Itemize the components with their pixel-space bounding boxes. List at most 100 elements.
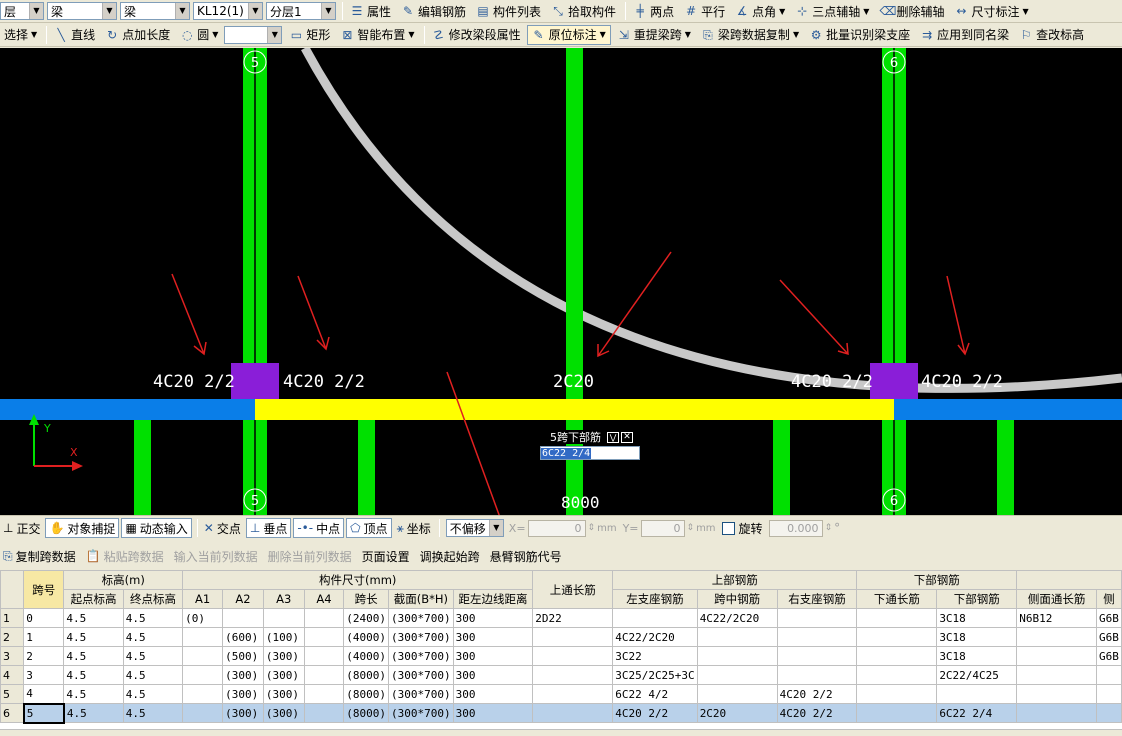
table-row[interactable]: 3 2 4.5 4.5 (500) (300) (4000) (300*700) 300 3C22… bbox=[0, 646, 1122, 666]
table-cell[interactable]: 300 bbox=[452, 646, 534, 666]
repick-span-button[interactable]: ⇲ 重提梁跨 ▼ bbox=[613, 25, 695, 45]
cantilever-code-button[interactable]: 悬臂钢筋代号 bbox=[490, 548, 562, 565]
table-cell[interactable]: (500) bbox=[222, 646, 264, 666]
member-select[interactable]: KL12(1) ▼ bbox=[193, 2, 263, 20]
table-cell[interactable] bbox=[1016, 665, 1097, 685]
table-cell[interactable] bbox=[182, 684, 224, 704]
table-cell[interactable]: 4C20 2/2 bbox=[612, 703, 698, 723]
subheader-cell[interactable]: 截面(B*H) bbox=[388, 589, 454, 609]
batch-identify-button[interactable]: ⚙ 批量识别梁支座 bbox=[805, 25, 914, 45]
table-cell[interactable] bbox=[856, 703, 938, 723]
table-cell[interactable]: (300*700) bbox=[388, 646, 454, 666]
table-cell[interactable] bbox=[856, 646, 938, 666]
table-cell[interactable] bbox=[222, 608, 264, 628]
table-cell[interactable] bbox=[303, 684, 345, 704]
table-row[interactable]: 6 5 4.5 4.5 (300) (300) (8000) (300*700) 300 4C20… bbox=[0, 702, 1122, 724]
table-cell[interactable] bbox=[532, 703, 614, 723]
table-cell[interactable]: 4C22/2C20 bbox=[696, 608, 778, 628]
edit-rebar-button[interactable]: ✎ 编辑钢筋 bbox=[397, 1, 470, 21]
support-right[interactable] bbox=[870, 363, 918, 399]
table-cell[interactable]: 4.5 bbox=[63, 608, 124, 628]
table-cell[interactable]: 300 bbox=[452, 627, 534, 647]
table-cell[interactable]: G6B bbox=[1095, 627, 1122, 647]
table-cell[interactable]: 5 bbox=[22, 702, 65, 724]
subheader-cell[interactable]: 侧 bbox=[1095, 589, 1122, 609]
subheader-cell[interactable]: 终点标高 bbox=[122, 589, 184, 609]
two-point-button[interactable]: ╪ 两点 bbox=[629, 1, 678, 21]
expand-icon[interactable]: ⋁ bbox=[607, 431, 619, 443]
table-cell[interactable]: (300) bbox=[262, 703, 305, 723]
table-cell[interactable] bbox=[182, 665, 224, 685]
table-cell[interactable] bbox=[696, 646, 778, 666]
table-cell[interactable]: (4000) bbox=[343, 646, 390, 666]
table-cell[interactable] bbox=[1095, 684, 1122, 704]
check-elev-button[interactable]: ⚐ 查改标高 bbox=[1015, 25, 1088, 45]
y-spin-icon[interactable]: ⇕ bbox=[687, 523, 695, 533]
subheader-cell[interactable]: 侧面通长筋 bbox=[1016, 589, 1097, 609]
table-cell[interactable]: (8000) bbox=[343, 703, 390, 723]
in-place-annotation-button[interactable]: ✎ 原位标注 ▼ bbox=[526, 24, 611, 45]
table-cell[interactable]: (2400) bbox=[343, 608, 390, 628]
table-cell[interactable]: (300) bbox=[262, 684, 305, 704]
table-cell[interactable]: 300 bbox=[452, 684, 534, 704]
input-column-button[interactable]: 输入当前列数据 bbox=[174, 548, 258, 565]
table-row[interactable]: 5 4 4.5 4.5 (300) (300) (8000) (300*700) 300 6C22… bbox=[0, 684, 1122, 704]
table-cell[interactable]: (100) bbox=[262, 627, 305, 647]
table-cell[interactable]: 2C20 bbox=[696, 703, 778, 723]
table-cell[interactable]: 4.5 bbox=[63, 627, 124, 647]
table-cell[interactable] bbox=[696, 627, 778, 647]
floor-select[interactable]: 层 ▼ bbox=[0, 2, 44, 20]
table-cell[interactable] bbox=[532, 684, 614, 704]
table-row[interactable]: 2 1 4.5 4.5 (600) (100) (4000) (300*700) 300 4C22… bbox=[0, 627, 1122, 647]
table-cell[interactable]: 3C18 bbox=[936, 627, 1018, 647]
subheader-cell[interactable]: A3 bbox=[262, 589, 305, 609]
close-icon[interactable]: ✕ bbox=[621, 431, 633, 443]
smart-layout-button[interactable]: ⊠ 智能布置 ▼ bbox=[336, 25, 418, 45]
table-cell[interactable]: 300 bbox=[452, 665, 534, 685]
table-cell[interactable]: 4C20 2/2 bbox=[776, 684, 858, 704]
blank-select[interactable]: ▼ bbox=[224, 25, 283, 44]
table-cell[interactable] bbox=[303, 703, 345, 723]
attr-button[interactable]: ☰ 属性 bbox=[346, 1, 395, 21]
annotation-right-support-2[interactable]: 4C20 2/2 bbox=[921, 372, 1003, 392]
delete-aux-button[interactable]: ⌫ 删除辅轴 bbox=[875, 1, 948, 21]
point-angle-button[interactable]: ∡ 点角 ▼ bbox=[731, 1, 789, 21]
table-cell[interactable]: 3C18 bbox=[936, 608, 1018, 628]
subheader-cell[interactable]: 跨中钢筋 bbox=[696, 589, 778, 609]
table-cell[interactable]: 2C22/4C25 bbox=[936, 665, 1018, 685]
table-cell[interactable]: (300) bbox=[222, 703, 264, 723]
table-cell[interactable] bbox=[1016, 684, 1097, 704]
subheader-cell[interactable]: 距左边线距离 bbox=[452, 589, 534, 609]
table-cell[interactable]: 4 bbox=[23, 684, 65, 704]
x-input[interactable]: 0 bbox=[527, 519, 586, 537]
table-cell[interactable]: 6C22 4/2 bbox=[612, 684, 698, 704]
beam-left-blue[interactable] bbox=[0, 399, 255, 420]
span-rebar-popup[interactable]: 5跨下部筋 ⋁ ✕ 6C22 2/4 bbox=[540, 430, 642, 462]
adjust-start-span-button[interactable]: 调换起始跨 bbox=[420, 548, 480, 565]
table-cell[interactable]: (300*700) bbox=[388, 665, 454, 685]
table-cell[interactable] bbox=[182, 646, 224, 666]
offset-select[interactable]: 不偏移 ▼ bbox=[445, 519, 504, 537]
table-cell[interactable]: (8000) bbox=[343, 684, 390, 704]
lower-beam-2[interactable] bbox=[358, 420, 375, 515]
table-cell[interactable]: (300*700) bbox=[388, 703, 454, 723]
annotation-left-support-2[interactable]: 4C20 2/2 bbox=[283, 372, 365, 392]
table-cell[interactable]: 6C22 2/4 bbox=[936, 703, 1018, 723]
table-cell[interactable] bbox=[532, 646, 614, 666]
table-cell[interactable] bbox=[776, 646, 858, 666]
table-cell[interactable]: (300) bbox=[222, 665, 264, 685]
subheader-cell[interactable]: 跨长 bbox=[343, 589, 390, 609]
subtype-select[interactable]: 梁 ▼ bbox=[120, 2, 190, 20]
subheader-cell[interactable]: A2 bbox=[222, 589, 264, 609]
table-cell[interactable]: (300) bbox=[222, 684, 264, 704]
table-row[interactable]: 1 0 4.5 4.5 (0) (2400) (300*700) 300 2D22 4C22/2C… bbox=[0, 608, 1122, 628]
parallel-button[interactable]: # 平行 bbox=[680, 1, 729, 21]
lower-beam-3[interactable] bbox=[773, 420, 790, 515]
type-select[interactable]: 梁 ▼ bbox=[47, 2, 117, 20]
table-cell[interactable] bbox=[1095, 665, 1122, 685]
subheader-cell[interactable]: 左支座钢筋 bbox=[612, 589, 698, 609]
table-cell[interactable]: G6B bbox=[1095, 608, 1122, 628]
table-cell[interactable]: 4.5 bbox=[63, 684, 124, 704]
horizontal-scrollbar[interactable] bbox=[0, 729, 1122, 736]
span-data-grid[interactable]: 跨号 标高(m) 构件尺寸(mm) 上通长筋 上部钢筋 下部钢筋 起点标高 终点标… bbox=[0, 570, 1122, 736]
